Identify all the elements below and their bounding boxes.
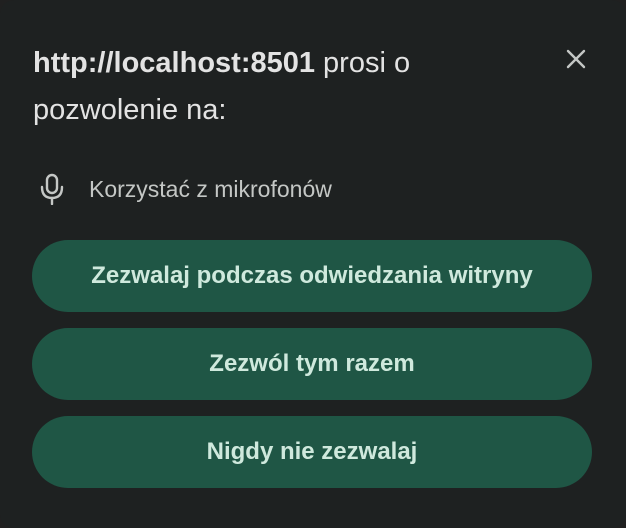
- close-icon: [566, 49, 586, 69]
- site-origin: http://localhost:8501: [33, 47, 315, 79]
- allow-on-visit-button[interactable]: Zezwalaj podczas odwiedzania witryny: [32, 240, 592, 312]
- permission-dialog: http://localhost:8501 prosi o pozwolenie…: [0, 0, 626, 528]
- never-allow-button[interactable]: Nigdy nie zezwalaj: [32, 416, 592, 488]
- microphone-icon: [38, 172, 66, 206]
- permission-row: Korzystać z mikrofonów: [38, 168, 332, 210]
- allow-this-time-button[interactable]: Zezwól tym razem: [32, 328, 592, 400]
- permission-label: Korzystać z mikrofonów: [89, 175, 332, 202]
- dialog-title: http://localhost:8501 prosi o pozwolenie…: [33, 40, 533, 134]
- close-button[interactable]: [559, 42, 593, 76]
